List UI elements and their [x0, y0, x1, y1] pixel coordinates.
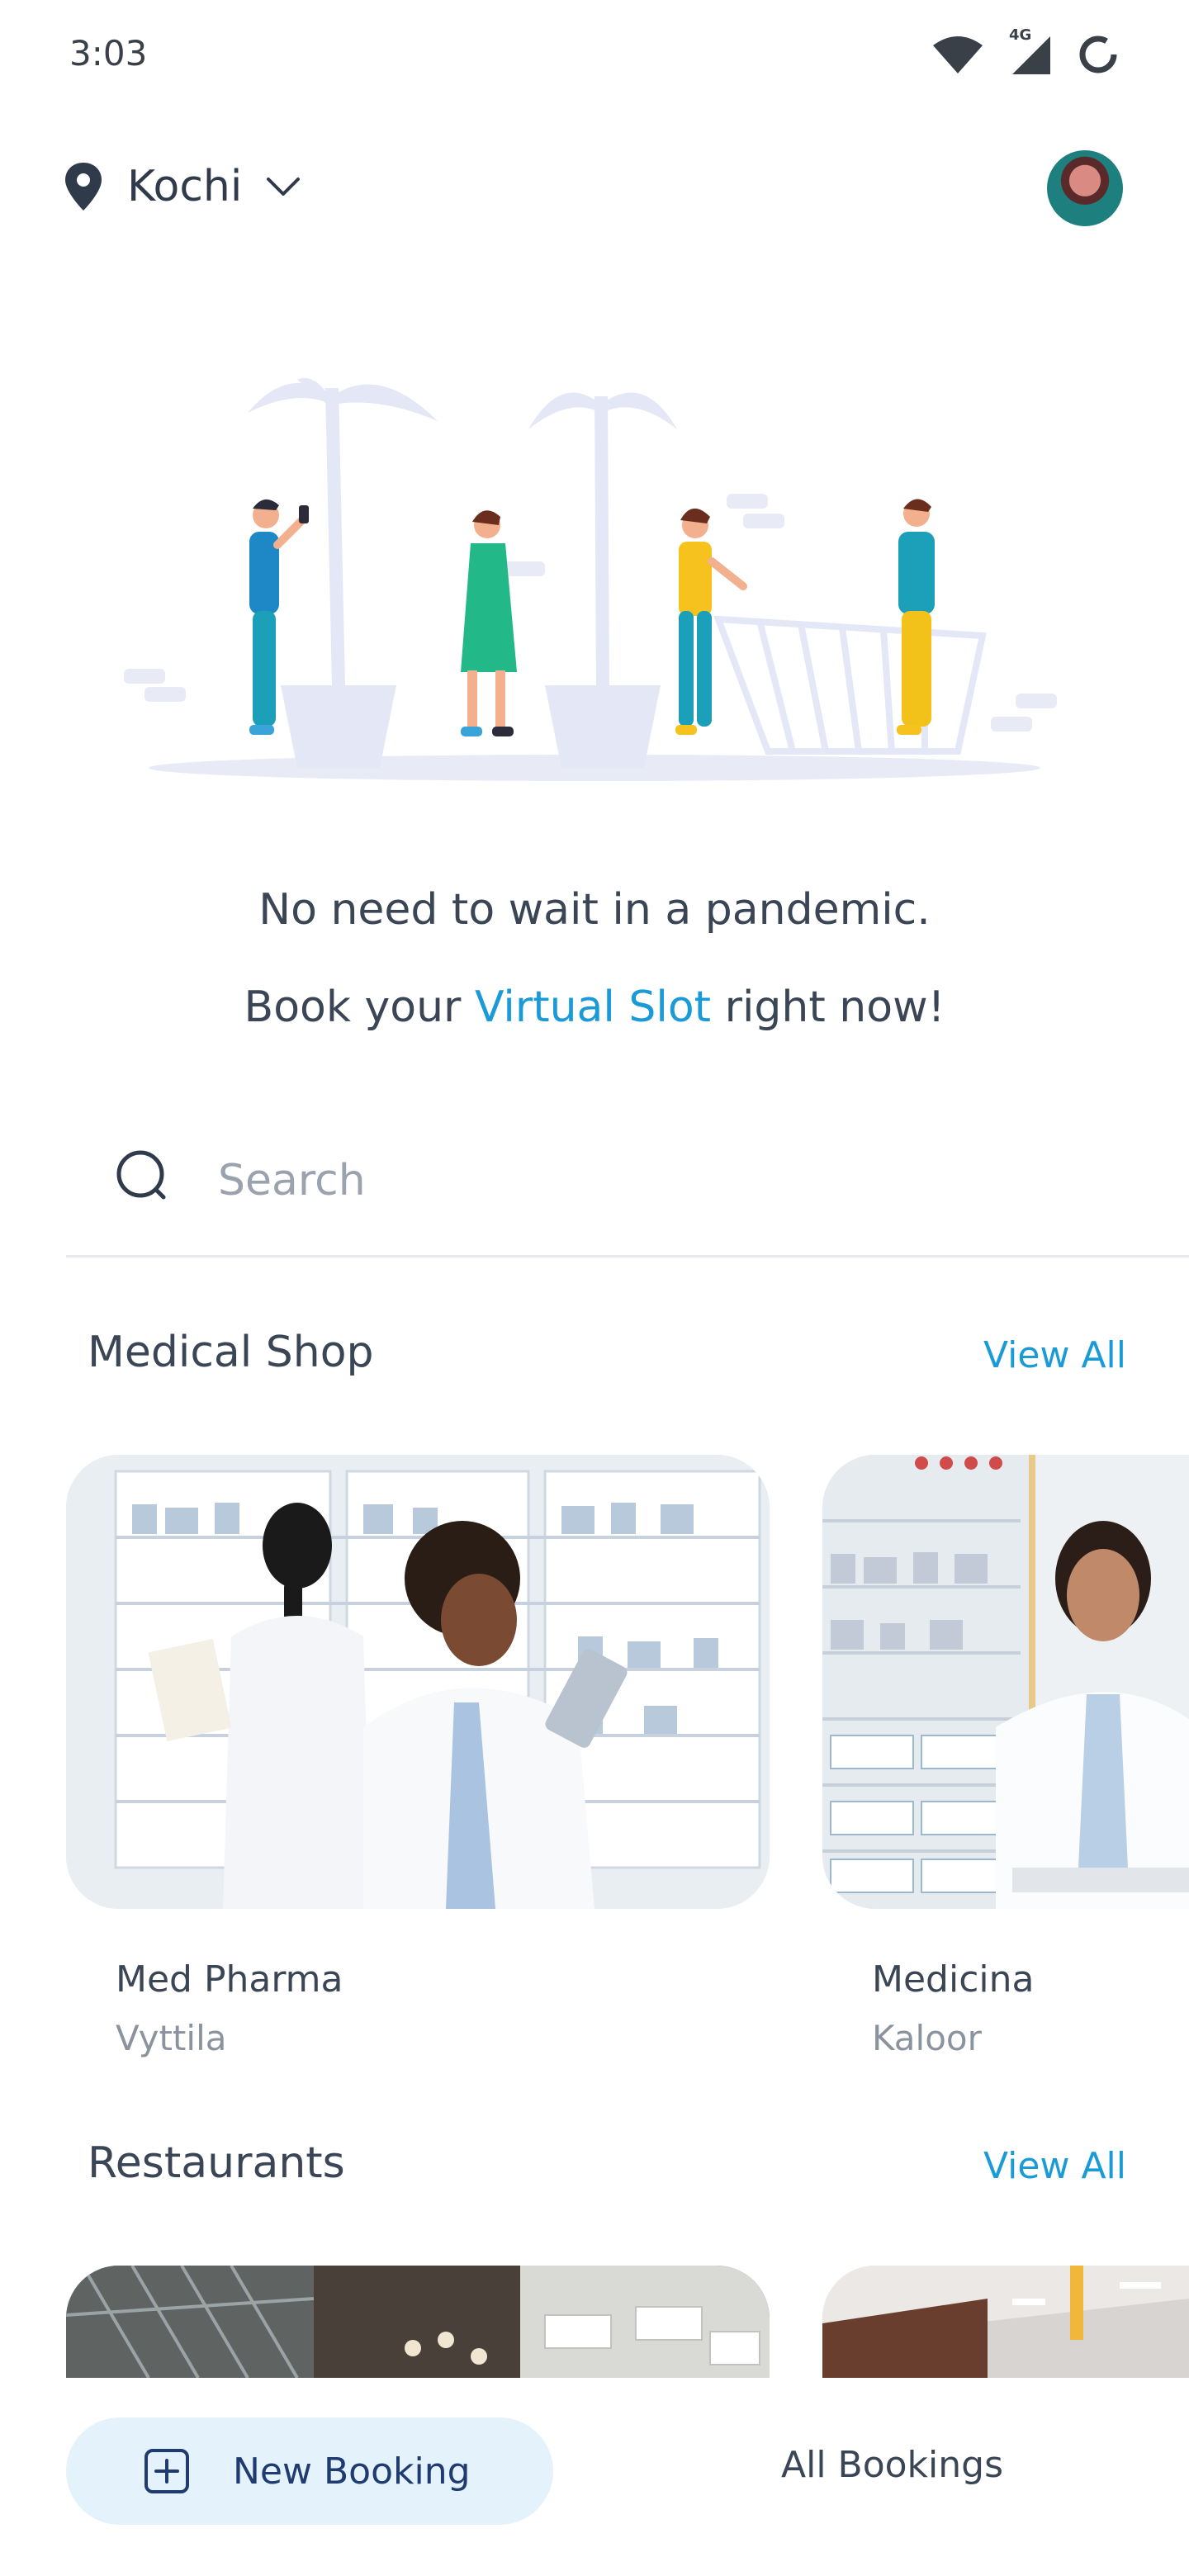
restaurant-card-2[interactable]: [822, 2266, 1189, 2378]
wifi-icon: [933, 36, 983, 73]
add-box-icon: [144, 2449, 189, 2493]
view-all-medical-button[interactable]: View All: [983, 1334, 1126, 1376]
hero-subtitle-suffix: right now!: [724, 983, 945, 1032]
status-bar: 3:03 4G: [0, 0, 1189, 107]
section-title-restaurants: Restaurants: [88, 2138, 345, 2188]
avatar[interactable]: [1047, 150, 1123, 226]
restaurant-card-1[interactable]: [66, 2266, 770, 2378]
bottom-nav-bar: New Booking All Bookings: [0, 2378, 1189, 2576]
queue-illustration: [124, 377, 1057, 781]
status-icons: 4G: [931, 26, 1120, 79]
hero-subtitle: Book your Virtual Slot right now!: [0, 983, 1189, 1032]
cell-signal-icon: 4G: [1007, 26, 1054, 78]
restaurant-photo-2: [822, 2266, 1189, 2378]
search-icon: [116, 1150, 166, 1200]
location-pin-icon: [65, 163, 102, 211]
shop-location: Kaloor: [872, 2018, 982, 2058]
new-booking-button[interactable]: New Booking: [66, 2417, 553, 2525]
location-label: Kochi: [127, 162, 243, 211]
view-all-restaurants-button[interactable]: View All: [983, 2145, 1126, 2187]
restaurant-photo: [66, 2266, 770, 2378]
shop-card-medicina[interactable]: [822, 1455, 1189, 1909]
shop-location: Vyttila: [116, 2018, 227, 2058]
location-selector[interactable]: Kochi: [63, 154, 301, 220]
new-booking-label: New Booking: [233, 2450, 471, 2493]
shop-card-med-pharma[interactable]: [66, 1455, 770, 1909]
section-title-medical-shop: Medical Shop: [88, 1328, 374, 1377]
person-figure-4: [897, 499, 935, 735]
status-time: 3:03: [69, 33, 148, 73]
shop-name: Medicina: [872, 1958, 1035, 2001]
search-bar[interactable]: [66, 1123, 1189, 1257]
pharmacy-photo: [66, 1455, 770, 1909]
pharmacy-photo-2: [822, 1455, 1189, 1909]
hero-subtitle-prefix: Book your: [244, 983, 462, 1032]
chevron-down-icon: [267, 178, 301, 196]
person-figure-2: [461, 510, 517, 736]
all-bookings-tab[interactable]: All Bookings: [781, 2444, 1003, 2486]
virtual-slot-link[interactable]: Virtual Slot: [475, 983, 711, 1032]
search-input[interactable]: [216, 1143, 963, 1219]
shop-name: Med Pharma: [116, 1958, 343, 2001]
hero-tagline: No need to wait in a pandemic.: [258, 885, 931, 935]
battery-ring-icon: [1079, 36, 1117, 73]
